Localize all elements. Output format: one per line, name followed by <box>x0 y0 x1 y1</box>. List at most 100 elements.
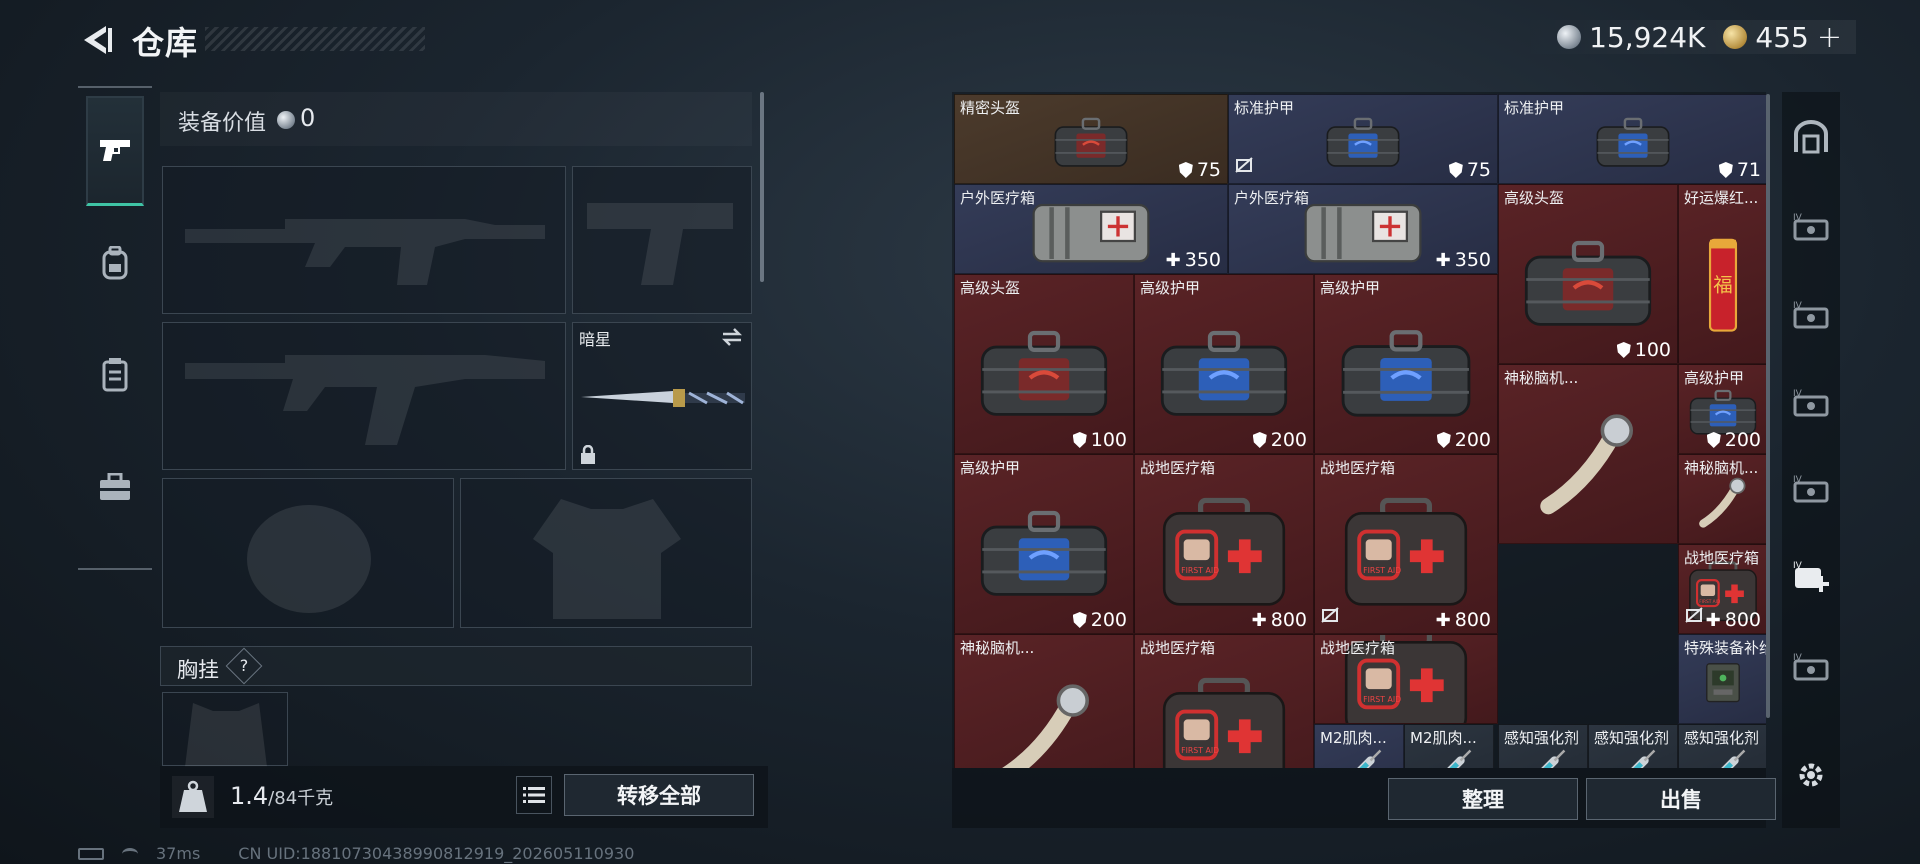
inventory-item[interactable]: 感知强化剂 <box>1588 724 1678 768</box>
silver-balance: 15,924K <box>1557 21 1705 54</box>
plus-icon: ✚ <box>1435 249 1451 271</box>
item-name: 户外医疗箱 <box>1234 189 1310 207</box>
tab-vest[interactable] <box>86 320 144 430</box>
svg-text:FIRST AID: FIRST AID <box>1363 566 1401 575</box>
inventory-item[interactable]: 精密头盔 75 <box>954 94 1228 184</box>
help-icon[interactable]: ? <box>225 647 263 685</box>
back-arrow-icon[interactable] <box>78 20 114 60</box>
secondary-weapon-slot[interactable] <box>162 322 566 470</box>
inventory-item[interactable]: 高级护甲 200 <box>1678 364 1766 454</box>
pouch-icon <box>1301 199 1425 271</box>
tier3-case-icon[interactable]: IV <box>1788 466 1834 512</box>
item-name: 神秘脑机... <box>960 639 1035 657</box>
inventory-item[interactable]: 高级头盔 100 <box>1498 184 1678 364</box>
inventory-item[interactable]: 神秘脑机... <box>954 634 1134 768</box>
chest-rig-slot[interactable] <box>162 692 288 767</box>
inventory-item[interactable]: 高级护甲 200 <box>1134 274 1314 454</box>
vault-icon[interactable] <box>1788 114 1834 160</box>
tier4-case-icon-3[interactable]: IV <box>1788 644 1834 690</box>
item-name: 高级头盔 <box>960 279 1021 297</box>
inventory-grid: 精密头盔 75 标准护甲 75 标准护甲 71 户外医疗箱 ✚ 350 户外医疗箱 ✚ 350 高级头盔… <box>954 94 1766 768</box>
transfer-all-button[interactable]: 转移全部 <box>564 774 754 816</box>
primary-weapon-slot[interactable] <box>162 166 566 314</box>
inventory-item[interactable]: FIRST AID 战地医疗箱 ✚ 800 <box>1314 454 1498 634</box>
item-stat-value: 800 <box>1724 609 1761 631</box>
wifi-icon <box>122 847 138 860</box>
tier4-case-icon-2[interactable]: IV <box>1788 380 1834 426</box>
status-bar: 37ms CN UID:18810730438990812919_2026051… <box>78 844 634 863</box>
inventory-item[interactable]: 户外医疗箱 ✚ 350 <box>954 184 1228 274</box>
item-stat: 100 <box>1616 339 1671 361</box>
item-stat: 200 <box>1252 429 1307 451</box>
inventory-item[interactable]: FIRST AID 战地医疗箱 ✚ 800 <box>1134 454 1314 634</box>
item-stat: 75 <box>1178 159 1221 181</box>
silver-coin-icon <box>1557 25 1582 49</box>
inventory-item[interactable]: M2肌肉... <box>1404 724 1494 768</box>
inventory-item[interactable]: 高级护甲 200 <box>954 454 1134 634</box>
svg-text:FIRST AID: FIRST AID <box>1699 599 1721 605</box>
inventory-item[interactable]: 神秘脑机... <box>1498 364 1678 544</box>
plus-icon: ✚ <box>1251 609 1267 631</box>
item-stat-value: 800 <box>1454 609 1491 631</box>
inventory-item[interactable]: 神秘脑机... <box>1678 454 1766 544</box>
backpack-icon <box>102 246 128 280</box>
inventory-item[interactable]: 感知强化剂 <box>1678 724 1766 768</box>
tab-weapons[interactable] <box>86 96 144 206</box>
inventory-item[interactable]: 户外医疗箱 ✚ 350 <box>1228 184 1498 274</box>
syringe-icon <box>1518 745 1568 768</box>
firecracker-icon: 福 <box>1698 229 1748 341</box>
tier5-case-icon[interactable]: IV <box>1788 204 1834 250</box>
inventory-item[interactable]: 特殊装备补给 <box>1678 634 1766 724</box>
storage-category-rail: IV IV IV IV IV IV <box>1782 92 1840 828</box>
inventory-item[interactable]: 高级护甲 200 <box>1314 274 1498 454</box>
helmet-slot[interactable] <box>162 478 454 628</box>
inventory-item[interactable]: 福 好运爆红... <box>1678 184 1766 364</box>
pistol-slot[interactable] <box>572 166 752 314</box>
svg-text:FIRST AID: FIRST AID <box>1181 566 1219 575</box>
inventory-item[interactable]: FIRST AID 战地医疗箱 ✚ 800 <box>1678 544 1766 634</box>
tab-toolbox[interactable] <box>86 432 144 542</box>
inventory-item[interactable]: FIRST AID 战地医疗箱 <box>1314 634 1498 724</box>
item-name: 战地医疗箱 <box>1140 639 1216 657</box>
currency-bar: 15,924K 455 + <box>1517 20 1856 55</box>
implant-icon <box>1696 474 1750 534</box>
sort-button[interactable]: 整理 <box>1388 778 1578 820</box>
item-name: M2肌肉... <box>1410 729 1477 747</box>
loadout-scrollbar[interactable] <box>760 92 764 282</box>
item-stat-value: 200 <box>1270 429 1307 451</box>
item-name: 精密头盔 <box>960 99 1021 117</box>
settings-icon[interactable] <box>1788 752 1834 798</box>
swap-icon[interactable] <box>721 327 743 347</box>
inventory-item[interactable]: 标准护甲 75 <box>1228 94 1498 184</box>
weight-bar: 1.4/84千克 转移全部 <box>160 766 768 828</box>
tier4-case-icon[interactable]: IV <box>1788 292 1834 338</box>
inventory-scrollbar[interactable] <box>1766 94 1770 718</box>
melee-slot[interactable]: 暗星 <box>572 322 752 470</box>
sell-button[interactable]: 出售 <box>1586 778 1776 820</box>
gold-balance[interactable]: 455 + <box>1723 20 1842 55</box>
armor-slot[interactable] <box>460 478 752 628</box>
inventory-item[interactable]: FIRST AID 战地医疗箱 <box>1134 634 1314 768</box>
no-insure-icon <box>1321 607 1339 627</box>
list-view-button[interactable] <box>516 776 552 814</box>
item-name: 高级头盔 <box>1504 189 1565 207</box>
ping-readout: 37ms <box>156 844 201 863</box>
gold-add-button[interactable]: + <box>1817 20 1842 55</box>
svg-text:IV: IV <box>1793 213 1803 223</box>
silver-amount: 15,924K <box>1589 20 1706 54</box>
uid-readout: CN UID:18810730438990812919_202605110930 <box>238 844 635 863</box>
inventory-item[interactable]: 高级头盔 100 <box>954 274 1134 454</box>
page-title: 仓库 <box>132 24 199 62</box>
inventory-item[interactable]: M2肌肉... <box>1314 724 1404 768</box>
inventory-panel: 精密头盔 75 标准护甲 75 标准护甲 71 户外医疗箱 ✚ 350 户外医疗箱 ✚ 350 高级头盔… <box>952 92 1766 768</box>
loadout-panel: 装备价值 0 暗星 胸挂 ? 1.4/84千克 转移全部 <box>160 92 768 828</box>
item-stat: 75 <box>1448 159 1491 181</box>
tab-backpack[interactable] <box>86 208 144 318</box>
tier4-medkit-icon[interactable]: IV <box>1788 554 1834 600</box>
item-stat-value: 100 <box>1634 339 1671 361</box>
item-stat-value: 350 <box>1454 249 1491 271</box>
item-name: 标准护甲 <box>1504 99 1565 117</box>
inventory-item[interactable]: 感知强化剂 <box>1498 724 1588 768</box>
item-name: M2肌肉... <box>1320 729 1387 747</box>
inventory-item[interactable]: 标准护甲 71 <box>1498 94 1766 184</box>
